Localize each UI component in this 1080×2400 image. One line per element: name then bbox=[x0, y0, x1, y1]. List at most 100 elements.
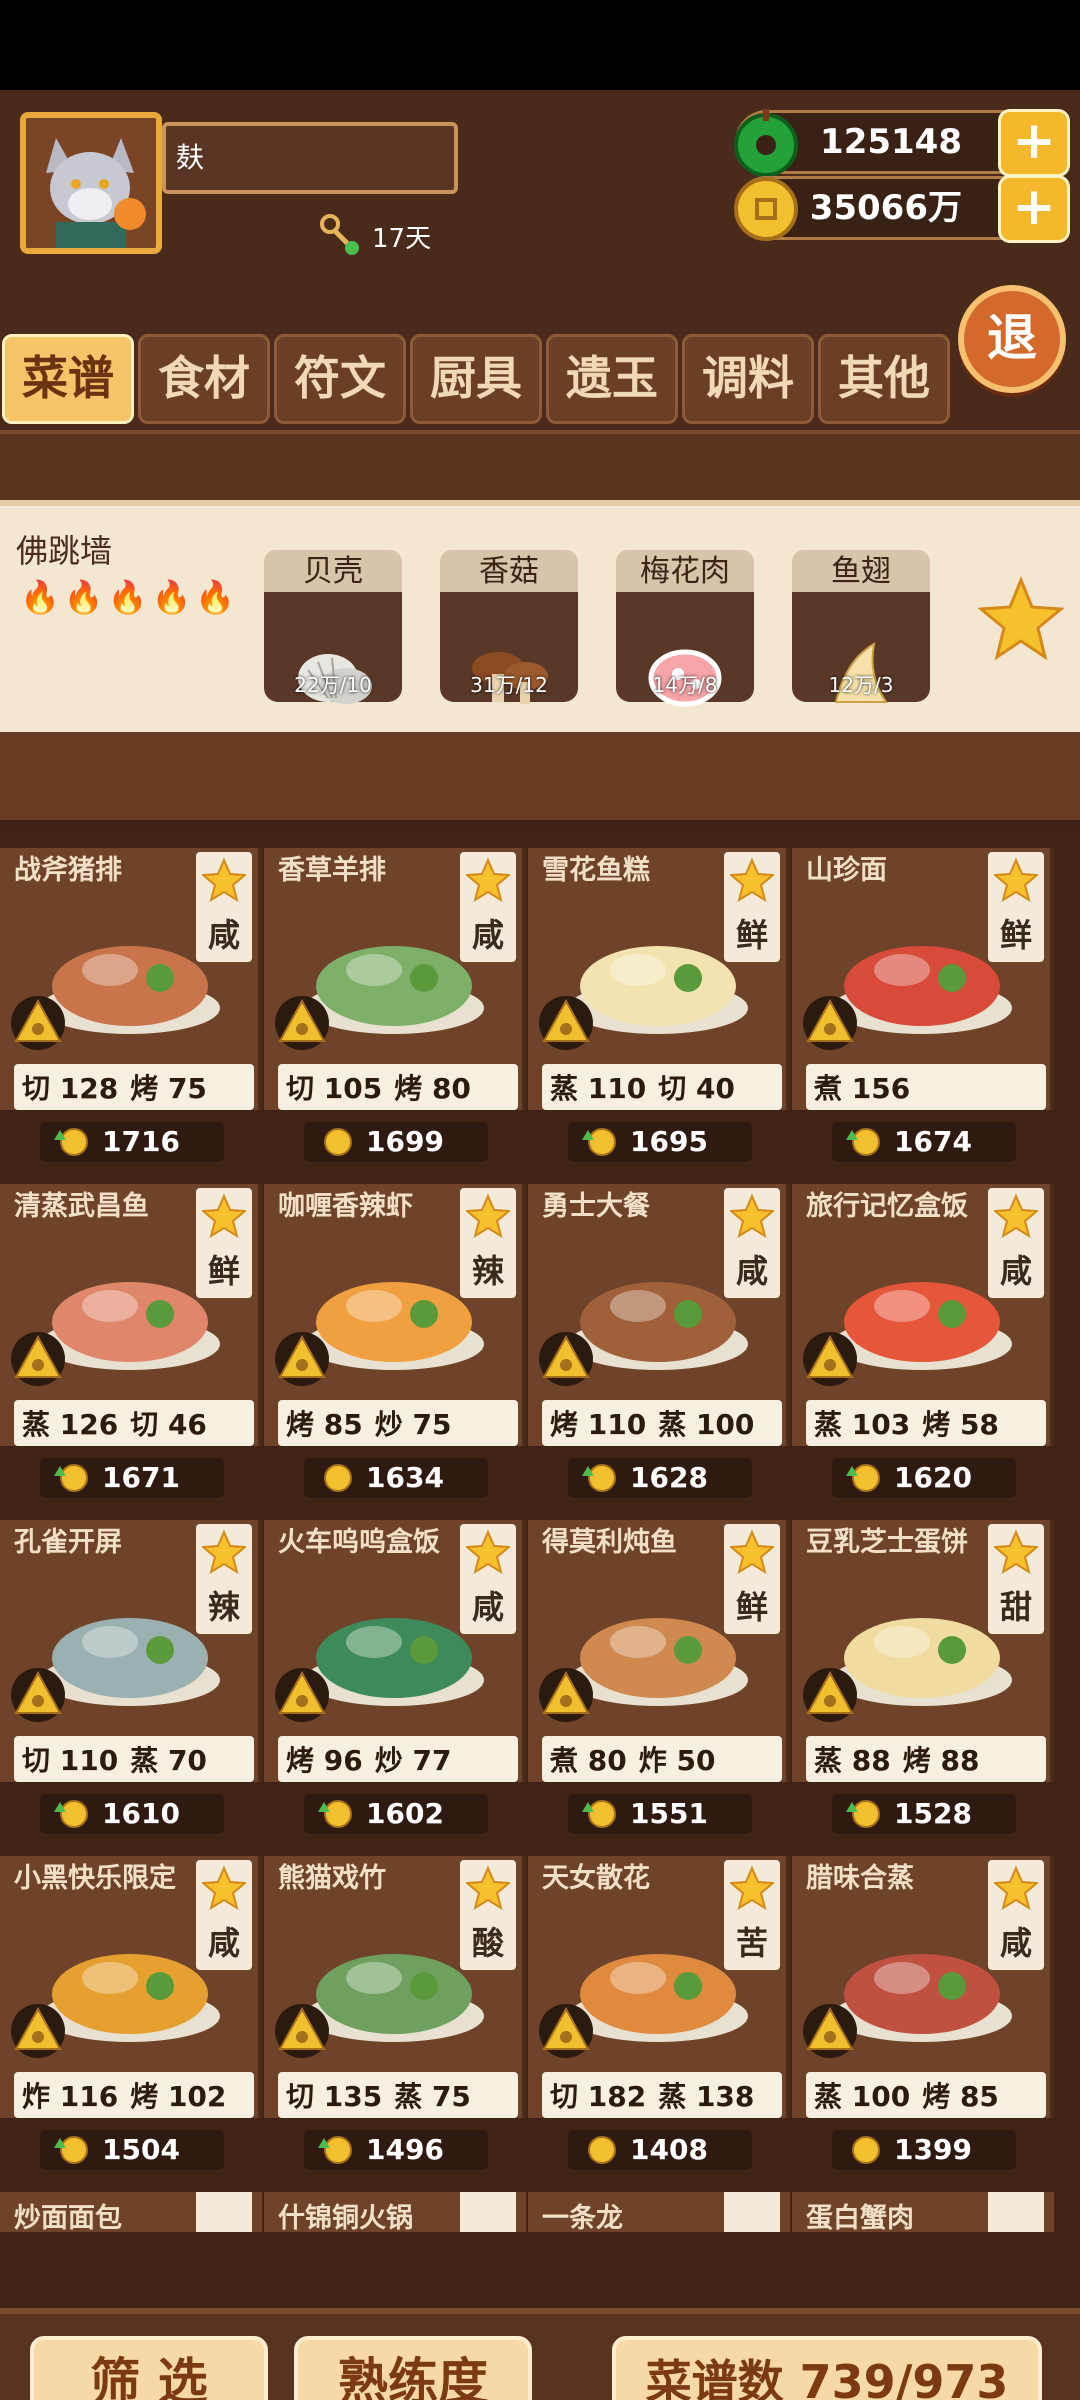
selected-recipe-name: 佛跳墙 bbox=[16, 532, 113, 570]
ingredient-shark-fin[interactable]: 鱼翅 12万/3 bbox=[792, 550, 930, 703]
recipe-card[interactable]: 雪花鱼糕 鲜 蒸 110 切 40 1695 bbox=[528, 848, 790, 1168]
mastery-button[interactable]: 熟练度 bbox=[294, 2336, 532, 2400]
recipe-card[interactable]: 蛋白蟹肉 bbox=[792, 2192, 1054, 2234]
tab-utensils[interactable]: 厨具 bbox=[410, 334, 542, 424]
price-value: 1671 bbox=[102, 1461, 180, 1494]
recipe-card[interactable]: 一条龙 bbox=[528, 2192, 790, 2234]
skill-1: 切 40 bbox=[658, 1072, 735, 1105]
skill-1: 烤 58 bbox=[922, 1408, 999, 1441]
skill-1: 蒸 100 bbox=[658, 1408, 755, 1441]
price-tag: 1699 bbox=[304, 1122, 488, 1162]
ingredient-label: 香菇 bbox=[440, 550, 578, 594]
skill-requirements: 烤 110 蒸 100 bbox=[542, 1400, 782, 1446]
recipe-card[interactable]: 勇士大餐 咸 烤 110 蒸 100 1628 bbox=[528, 1184, 790, 1504]
recipe-card[interactable]: 孔雀开屏 辣 切 110 蒸 70 1610 bbox=[0, 1520, 262, 1840]
star-icon bbox=[466, 1194, 510, 1238]
recipe-card[interactable]: 得莫利炖鱼 鲜 煮 80 炸 50 1551 bbox=[528, 1520, 790, 1840]
recipe-name: 炒面面包 bbox=[14, 2203, 122, 2234]
recipe-name: 战斧猪排 bbox=[14, 855, 122, 886]
recipe-card[interactable]: 旅行记忆盒饭 咸 蒸 103 烤 58 1620 bbox=[792, 1184, 1054, 1504]
tab-relic-jade[interactable]: 遗玉 bbox=[546, 334, 678, 424]
chef-badge-icon bbox=[11, 1332, 65, 1386]
add-gold-button[interactable]: + bbox=[998, 175, 1070, 243]
skill-requirements: 切 105 烤 80 bbox=[278, 1064, 518, 1110]
exit-button[interactable]: 退 bbox=[958, 285, 1066, 393]
status-bar bbox=[0, 0, 1080, 90]
price-value: 1602 bbox=[366, 1797, 444, 1830]
recipe-card[interactable]: 山珍面 鲜 煮 156 1674 bbox=[792, 848, 1054, 1168]
recipe-card[interactable]: 炒面面包 bbox=[0, 2192, 262, 2234]
recipe-name: 山珍面 bbox=[806, 855, 887, 886]
chef-badge-icon bbox=[11, 1668, 65, 1722]
star-icon bbox=[994, 1530, 1038, 1574]
recipe-card[interactable]: 熊猫戏竹 酸 切 135 蒸 75 1496 bbox=[264, 1856, 526, 2176]
taste-tag bbox=[724, 2192, 780, 2232]
price-up-coin-icon bbox=[582, 1800, 616, 1828]
skill-1: 蒸 138 bbox=[658, 2080, 755, 2113]
favorite-star-icon[interactable] bbox=[978, 576, 1064, 662]
recipe-card[interactable]: 天女散花 苦 切 182 蒸 138 1408 bbox=[528, 1856, 790, 2176]
player-avatar[interactable] bbox=[20, 112, 162, 254]
skill-1: 炒 77 bbox=[374, 1744, 452, 1777]
skill-1: 蒸 70 bbox=[130, 1744, 207, 1777]
recipe-card[interactable]: 小黑快乐限定 咸 炸 116 烤 102 1504 bbox=[0, 1856, 262, 2176]
bottom-bar: 筛 选 熟练度 菜谱数 739/973 bbox=[0, 2308, 1080, 2400]
recipe-name: 豆乳芝士蛋饼 bbox=[806, 1527, 968, 1558]
filter-button[interactable]: 筛 选 bbox=[30, 2336, 268, 2400]
shelf-divider bbox=[0, 732, 1080, 828]
price-value: 1716 bbox=[102, 1125, 180, 1158]
ingredient-count: 22万/10 bbox=[294, 673, 372, 697]
flame-icon: 🔥 bbox=[107, 578, 148, 616]
skill-1: 烤 80 bbox=[394, 1072, 471, 1105]
ingredient-pork[interactable]: 梅花肉 14万/8 bbox=[616, 550, 754, 707]
recipe-card[interactable]: 咖喱香辣虾 辣 烤 85 炒 75 1634 bbox=[264, 1184, 526, 1504]
tab-ingredients[interactable]: 食材 bbox=[138, 334, 270, 424]
chef-badge-icon bbox=[539, 1332, 593, 1386]
gold-value: 35066万 bbox=[809, 188, 962, 228]
selected-recipe-panel: 佛跳墙 🔥 🔥 🔥 🔥 🔥 贝壳 22万/10 香菇 31万/12 梅花肉 14… bbox=[0, 500, 1080, 732]
recipe-card[interactable]: 火车呜呜盒饭 咸 烤 96 炒 77 1602 bbox=[264, 1520, 526, 1840]
star-icon bbox=[994, 858, 1038, 902]
jade-value: 125148 bbox=[820, 122, 962, 162]
price-value: 1551 bbox=[630, 1797, 708, 1830]
ingredient-mushroom[interactable]: 香菇 31万/12 bbox=[440, 550, 578, 704]
skill-0: 切 105 bbox=[286, 1072, 383, 1105]
recipe-card[interactable]: 战斧猪排 咸 切 128 烤 75 1716 bbox=[0, 848, 262, 1168]
price-value: 1408 bbox=[630, 2133, 708, 2166]
recipe-grid: 战斧猪排 咸 切 128 烤 75 1716 香草羊排 咸 切 105 烤 80… bbox=[0, 828, 1080, 2308]
recipe-card[interactable]: 腊味合蒸 咸 蒸 100 烤 85 1399 bbox=[792, 1856, 1054, 2176]
recipe-name: 雪花鱼糕 bbox=[542, 855, 650, 886]
recipe-card[interactable]: 什锦铜火锅 bbox=[264, 2192, 526, 2234]
recipe-card[interactable]: 香草羊排 咸 切 105 烤 80 1699 bbox=[264, 848, 526, 1168]
star-icon bbox=[994, 1866, 1038, 1910]
chef-badge-icon bbox=[539, 1668, 593, 1722]
flame-icon: 🔥 bbox=[195, 578, 236, 616]
price-up-coin-icon bbox=[582, 1128, 616, 1156]
gold-coin-icon bbox=[852, 2136, 880, 2164]
price-value: 1674 bbox=[894, 1125, 972, 1158]
key-icon bbox=[320, 214, 359, 255]
tab-recipes[interactable]: 菜谱 bbox=[2, 334, 134, 424]
skill-1: 烤 85 bbox=[922, 2080, 999, 2113]
tab-other[interactable]: 其他 bbox=[818, 334, 950, 424]
recipe-card[interactable]: 豆乳芝士蛋饼 甜 蒸 88 烤 88 1528 bbox=[792, 1520, 1054, 1840]
skill-0: 切 135 bbox=[286, 2080, 383, 2113]
price-up-coin-icon bbox=[54, 2136, 88, 2164]
skill-requirements: 煮 156 bbox=[806, 1064, 1046, 1110]
price-value: 1399 bbox=[894, 2133, 972, 2166]
add-jade-button[interactable]: + bbox=[998, 109, 1070, 177]
ingredient-shell[interactable]: 贝壳 22万/10 bbox=[264, 550, 402, 704]
skill-requirements: 切 182 蒸 138 bbox=[542, 2072, 782, 2118]
tab-seasonings[interactable]: 调料 bbox=[682, 334, 814, 424]
recipe-card[interactable]: 清蒸武昌鱼 鲜 蒸 126 切 46 1671 bbox=[0, 1184, 262, 1504]
price-tag: 1695 bbox=[568, 1122, 752, 1162]
price-tag: 1504 bbox=[40, 2130, 224, 2170]
price-tag: 1620 bbox=[832, 1458, 1016, 1498]
ingredient-label: 梅花肉 bbox=[616, 550, 754, 594]
difficulty-flames: 🔥 🔥 🔥 🔥 🔥 bbox=[20, 578, 235, 616]
star-icon bbox=[202, 1530, 246, 1574]
price-tag: 1399 bbox=[832, 2130, 1016, 2170]
ingredient-count: 31万/12 bbox=[470, 673, 548, 697]
skill-0: 切 110 bbox=[22, 1744, 119, 1777]
tab-runes[interactable]: 符文 bbox=[274, 334, 406, 424]
